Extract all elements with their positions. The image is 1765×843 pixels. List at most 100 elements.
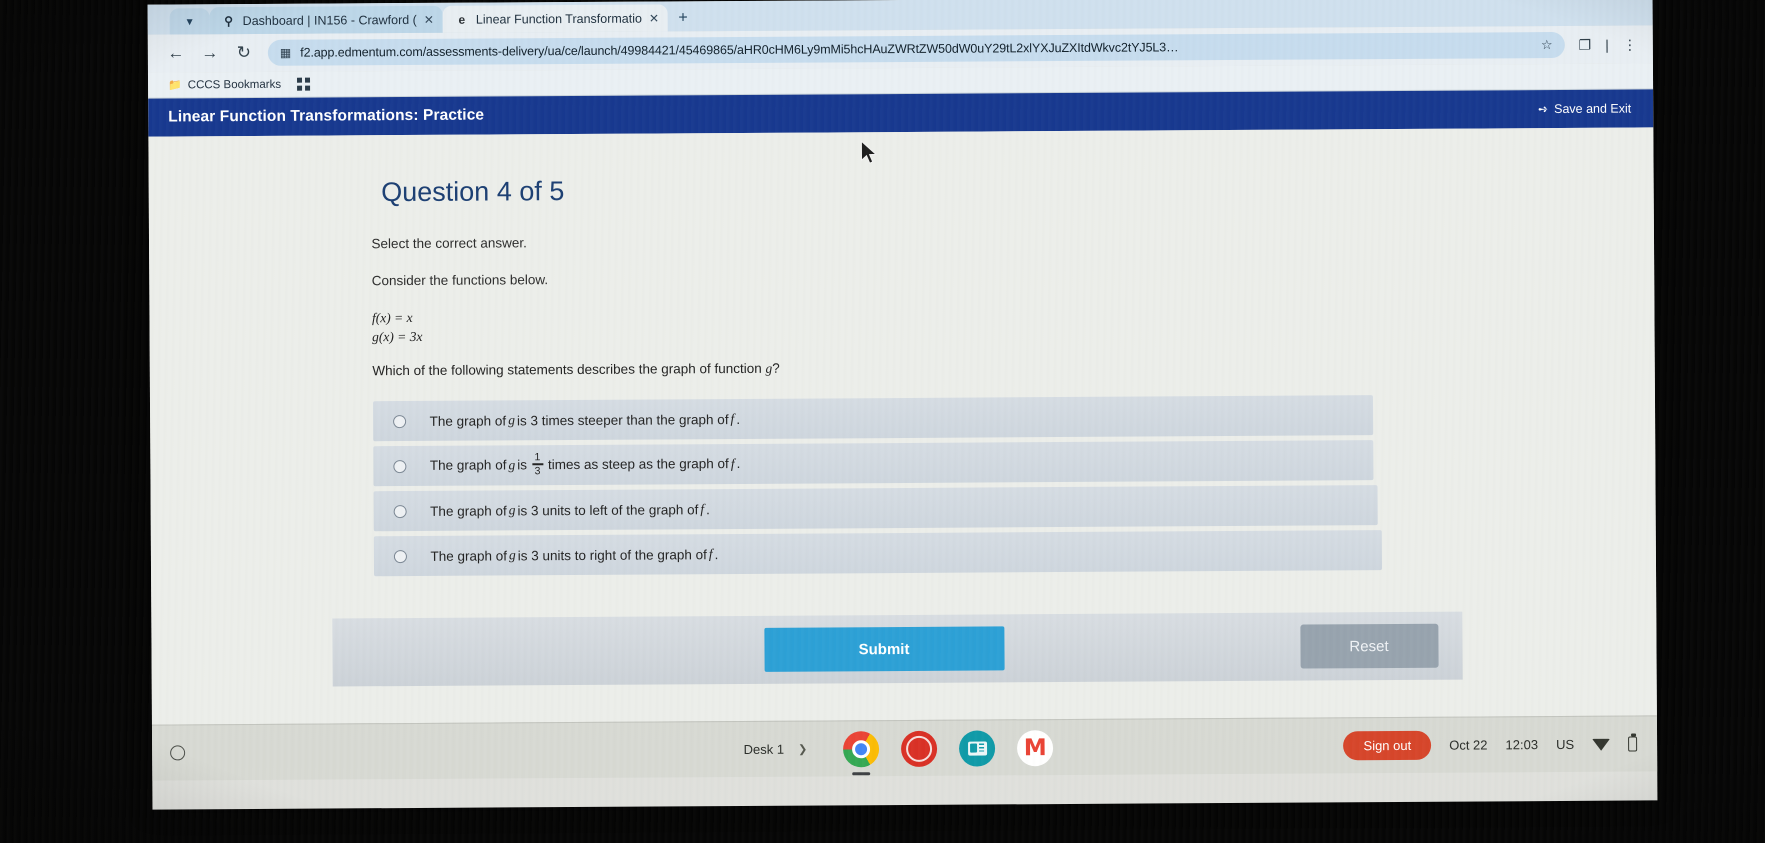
- page-title: Linear Function Transformations: Practic…: [168, 106, 485, 126]
- running-indicator: [852, 771, 871, 775]
- apps-grid-icon[interactable]: [297, 77, 311, 91]
- chrome-icon[interactable]: [843, 730, 880, 775]
- assessment-body: Question 4 of 5 Select the correct answe…: [148, 127, 1657, 725]
- chevron-right-icon[interactable]: ❯: [798, 743, 807, 756]
- photographed-screen-frame: ▾ ⚲ Dashboard | IN156 - Crawford ( ✕ e L…: [0, 0, 1765, 843]
- desk-switcher[interactable]: Desk 1 ❯: [744, 742, 808, 757]
- browser-tab-title: Dashboard | IN156 - Crawford (: [242, 12, 417, 28]
- answer-option-b[interactable]: The graph of g is 13 times as steep as t…: [372, 440, 1373, 487]
- answer-option-label: The graph of g is 13 times as steep as t…: [429, 450, 741, 479]
- radio-button-icon[interactable]: [393, 504, 407, 518]
- option-text-run: .: [714, 546, 719, 562]
- browser-tab-linear-function-transformations[interactable]: e Linear Function Transformatio ✕: [442, 4, 669, 33]
- option-text-run: times as steep as the graph of: [547, 456, 729, 473]
- radio-button-icon[interactable]: [392, 459, 406, 473]
- action-bar: Submit Reset: [331, 611, 1463, 687]
- function-definitions: f(x) = x g(x) = 3x: [372, 304, 1432, 345]
- option-variable: f: [708, 546, 713, 562]
- option-text-run: is 3 units to right of the graph of: [517, 546, 707, 563]
- shelf-time[interactable]: 12:03: [1505, 737, 1538, 752]
- answer-option-label: The graph of g is 3 units to right of th…: [430, 546, 718, 564]
- shelf-locale[interactable]: US: [1556, 737, 1574, 752]
- fraction-one-third: 13: [531, 450, 543, 477]
- answer-options: The graph of g is 3 times steeper than t…: [372, 395, 1433, 577]
- option-text-run: .: [706, 501, 710, 517]
- option-variable: f: [730, 456, 735, 472]
- shelf-date[interactable]: Oct 22: [1449, 737, 1487, 752]
- new-tab-button[interactable]: +: [668, 5, 698, 31]
- bookmark-star-icon[interactable]: ☆: [1541, 37, 1553, 53]
- shelf-status-area: Sign out Oct 22 12:03 US: [1343, 730, 1638, 761]
- battery-icon[interactable]: [1628, 736, 1638, 752]
- option-text-run: The graph of: [429, 412, 507, 429]
- arrow-left-icon[interactable]: ←: [166, 43, 186, 63]
- exit-arrow-icon: ➺: [1537, 102, 1549, 117]
- answer-option-a[interactable]: The graph of g is 3 times steeper than t…: [372, 395, 1373, 442]
- answer-option-label: The graph of g is 3 units to left of the…: [430, 501, 710, 519]
- save-and-exit-label: Save and Exit: [1554, 101, 1632, 117]
- gmail-icon[interactable]: M: [1017, 729, 1054, 766]
- option-variable: g: [508, 502, 516, 518]
- gmail-m-glyph: M: [1023, 734, 1047, 761]
- submit-button[interactable]: Submit: [763, 626, 1005, 672]
- bookmark-cccs-bookmarks[interactable]: 📁 CCCS Bookmarks: [168, 78, 282, 92]
- save-and-exit-button[interactable]: ➺ Save and Exit: [1538, 102, 1631, 117]
- tab-search-chevron-down-icon[interactable]: ▾: [169, 8, 210, 35]
- extensions-icon[interactable]: ❐: [1579, 36, 1592, 53]
- option-variable: g: [508, 547, 516, 563]
- close-icon[interactable]: ✕: [424, 12, 434, 26]
- option-text-run: The graph of: [429, 457, 507, 474]
- option-text-run: The graph of: [430, 502, 507, 519]
- address-bar[interactable]: ▦ f2.app.edmentum.com/assessments-delive…: [267, 31, 1565, 66]
- browser-tab-title: Linear Function Transformatio: [475, 11, 642, 27]
- fraction-denominator: 3: [534, 464, 541, 477]
- option-text-run: is 3 units to left of the graph of: [517, 501, 699, 518]
- kebab-menu-icon[interactable]: ⋮: [1623, 36, 1637, 53]
- shelf-center-group: Desk 1 ❯ M: [743, 729, 1054, 775]
- news-sheet-glyph: [967, 740, 987, 756]
- launcher-circle-icon[interactable]: [170, 745, 186, 761]
- arrow-right-icon[interactable]: →: [200, 43, 220, 63]
- edmentum-e-icon: e: [458, 12, 466, 27]
- location-pin-icon: ⚲: [224, 13, 234, 28]
- function-g: g(x) = 3x: [372, 328, 423, 345]
- instruction-text: Select the correct answer.: [371, 235, 527, 252]
- answer-option-d[interactable]: The graph of g is 3 units to right of th…: [373, 530, 1382, 577]
- option-text-run: is: [517, 457, 527, 473]
- question-text: Which of the following statements descri…: [372, 357, 1432, 379]
- option-text-run: .: [736, 411, 741, 427]
- question-text-post: ?: [772, 360, 780, 376]
- answer-option-c[interactable]: The graph of g is 3 units to left of the…: [373, 485, 1378, 532]
- desk-label: Desk 1: [743, 741, 785, 757]
- option-variable: g: [508, 412, 515, 428]
- wifi-icon[interactable]: [1592, 738, 1611, 751]
- consider-text: Consider the functions below.: [371, 272, 549, 289]
- answer-option-label: The graph of g is 3 times steeper than t…: [430, 411, 741, 429]
- option-text-run: The graph of: [430, 547, 508, 564]
- toolbar-divider: |: [1605, 36, 1609, 53]
- reload-icon[interactable]: ↻: [234, 43, 254, 63]
- option-text-run: is 3 times steeper than the graph of: [516, 411, 729, 428]
- address-bar-url: f2.app.edmentum.com/assessments-delivery…: [300, 40, 1179, 60]
- folder-icon: 📁: [168, 79, 182, 92]
- radio-button-icon[interactable]: [392, 414, 406, 428]
- question-heading: Question 4 of 5: [381, 176, 565, 208]
- question-text-pre: Which of the following statements descri…: [372, 360, 766, 379]
- chromeos-shelf: Desk 1 ❯ M Sign out Oct 22 12:03 US: [151, 715, 1658, 781]
- laptop-screen: ▾ ⚲ Dashboard | IN156 - Crawford ( ✕ e L…: [147, 0, 1658, 810]
- option-text-run: .: [736, 456, 741, 472]
- option-variable: g: [508, 457, 516, 473]
- bookmark-label: CCCS Bookmarks: [187, 78, 282, 91]
- close-icon[interactable]: ✕: [649, 11, 659, 25]
- question-container: Question 4 of 5 Select the correct answe…: [331, 129, 1463, 723]
- fraction-numerator: 1: [534, 450, 541, 463]
- browser-tab-dashboard[interactable]: ⚲ Dashboard | IN156 - Crawford ( ✕: [209, 5, 443, 35]
- reset-button[interactable]: Reset: [1299, 623, 1439, 669]
- radio-button-icon[interactable]: [393, 549, 407, 563]
- readwrite-icon[interactable]: [901, 730, 938, 767]
- option-variable: f: [730, 411, 735, 427]
- option-variable: f: [700, 501, 705, 517]
- page-info-icon[interactable]: ▦: [280, 46, 291, 60]
- sign-out-button[interactable]: Sign out: [1343, 730, 1432, 761]
- news-icon[interactable]: [959, 729, 996, 767]
